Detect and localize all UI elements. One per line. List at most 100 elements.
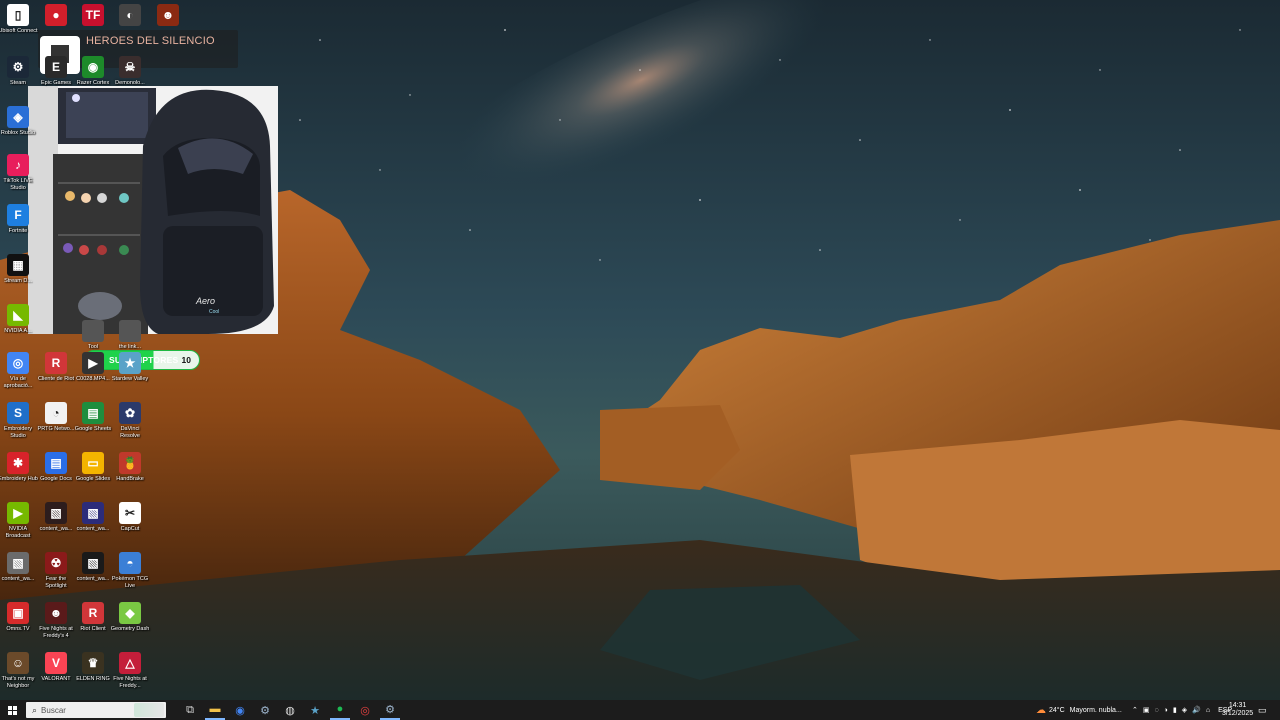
desktop-icon[interactable]: the link... <box>112 320 148 351</box>
notifications-button[interactable]: ▭ <box>1258 700 1267 720</box>
desktop-icon[interactable]: ▧ content_wa... <box>75 502 111 533</box>
task-view-icon: ⧉ <box>186 703 194 716</box>
desktop-icon[interactable]: ▶ NVIDIA Broadcast <box>0 502 36 540</box>
app-icon: ⚙ <box>7 56 29 78</box>
app-icon: ▤ <box>82 402 104 424</box>
taskbar-app-task-view[interactable]: ⧉ <box>180 700 200 720</box>
desktop-icon[interactable]: ▧ content_wa... <box>75 552 111 583</box>
network-icon[interactable]: ⌂ <box>1206 707 1210 714</box>
desktop-icon[interactable]: ★ Stardew Valley <box>112 352 148 383</box>
chevron-up-icon[interactable]: ⌃ <box>1132 706 1138 714</box>
app-icon: ✿ <box>119 402 141 424</box>
taskbar-app-chrome[interactable]: ◉ <box>230 700 250 720</box>
weather-widget[interactable]: ☁ 24°C Mayorm. nubla... <box>1036 700 1122 720</box>
app-icon: S <box>7 402 29 424</box>
desktop-icon[interactable]: ♛ ELDEN RING <box>75 652 111 683</box>
app-icon: ▭ <box>82 452 104 474</box>
desktop-icon[interactable]: ▧ content_wa... <box>0 552 36 583</box>
app-icon: ▧ <box>82 552 104 574</box>
desktop-icon-label: Pokémon TCG Live <box>111 576 149 589</box>
desktop-icon[interactable]: ☺ That's not my Neighbor <box>0 652 36 690</box>
desktop-icon-label: content_wa... <box>76 576 110 582</box>
taskbar-search[interactable]: ⌕ Buscar <box>26 702 166 718</box>
app-icon: R <box>82 602 104 624</box>
desktop-icon[interactable]: ◆ Geometry Dash <box>110 602 150 633</box>
desktop-icon[interactable]: ● <box>38 4 74 26</box>
desktop-icon-label: TikTok LIVE Studio <box>3 178 33 191</box>
desktop-icon[interactable]: ☻ <box>150 4 186 26</box>
desktop-icon[interactable]: ◎ Vía de aprobació... <box>0 352 36 390</box>
desktop-icon[interactable]: ◉ Razer Cortex <box>75 56 111 87</box>
system-tray: ⌃ ▣ ◌ ◑ ▮ ◈ 🔊 ⌂ ESP <box>1132 700 1232 720</box>
desktop-icon[interactable]: ◈ Roblox Studio <box>0 106 36 137</box>
desktop-icon[interactable]: R Cliente de Riot <box>38 352 74 383</box>
desktop-icon-label: Fortnite <box>8 228 28 234</box>
desktop-icon[interactable]: V VALORANT <box>38 652 74 683</box>
start-button[interactable] <box>2 700 22 720</box>
volume-icon[interactable]: 🔊 <box>1192 706 1201 714</box>
desktop-icon-label: Stardew Valley <box>111 376 149 382</box>
desktop-icon[interactable]: △ Five Nights at Freddy... <box>112 652 148 690</box>
desktop-icon[interactable]: ✿ DaVinci Resolve <box>112 402 148 440</box>
desktop-icon[interactable]: ▣ Omns.TV <box>0 602 36 633</box>
desktop-icon-label: Geometry Dash <box>110 626 150 632</box>
taskbar-app-file-explorer[interactable]: ▬ <box>205 700 225 720</box>
desktop-icon[interactable]: E Epic Games <box>38 56 74 87</box>
tray-app-icon[interactable]: ◑ <box>1164 707 1168 714</box>
tray-app-icon[interactable]: ▣ <box>1143 706 1150 714</box>
taskbar-app-spotify[interactable]: ● <box>330 700 350 720</box>
desktop-icon-label: DaVinci Resolve <box>120 426 140 439</box>
taskbar-app-steam-active[interactable]: ⚙ <box>380 700 400 720</box>
desktop-icon[interactable]: ▧ content_wa... <box>38 502 74 533</box>
desktop-icon[interactable]: R Riot Client <box>75 602 111 633</box>
app-icon: ▧ <box>45 502 67 524</box>
desktop-icon[interactable]: ◔ PRTG Netwo... <box>38 402 74 433</box>
taskbar-app-riot[interactable]: ◎ <box>355 700 375 720</box>
tray-app-icon[interactable]: ▮ <box>1173 706 1177 714</box>
desktop-icon-label: C0028.MP4... <box>76 376 110 382</box>
desktop-icon-label: NVIDIA A... <box>4 328 32 334</box>
clock[interactable]: 14:31 3/12/2025 <box>1222 700 1253 720</box>
desktop-icon[interactable]: ◐ <box>112 4 148 26</box>
desktop-icon[interactable]: ▤ Google Docs <box>38 452 74 483</box>
desktop-icon[interactable]: ☢ Fear the Spotlight <box>38 552 74 590</box>
taskbar-app-obs[interactable]: ◍ <box>280 700 300 720</box>
desktop-icon[interactable]: ⚙ Steam <box>0 56 36 87</box>
app-icon: TF <box>82 4 104 26</box>
app-icon: ★ <box>119 352 141 374</box>
desktop-icon[interactable]: S Embroidery Studio <box>0 402 36 440</box>
app-icon: ☠ <box>119 56 141 78</box>
desktop-icon[interactable]: ♪ TikTok LIVE Studio <box>0 154 36 192</box>
desktop-icon[interactable]: ▭ Google Slides <box>75 452 111 483</box>
taskbar-app-steam[interactable]: ⚙ <box>255 700 275 720</box>
desktop-icon[interactable]: TF <box>75 4 111 26</box>
tray-app-icon[interactable]: ◌ <box>1155 707 1159 714</box>
spotify-icon: ● <box>336 703 344 715</box>
search-icon: ⌕ <box>32 704 38 715</box>
desktop-icon[interactable]: ◣ NVIDIA A... <box>0 304 36 335</box>
desktop-icon[interactable]: ✱ Embroidery Hub <box>0 452 38 483</box>
desktop-icon[interactable]: ☠ Demonolo... <box>112 56 148 87</box>
desktop-icon[interactable]: ▦ Stream D... <box>0 254 36 285</box>
desktop-icon[interactable]: F Fortnite <box>0 204 36 235</box>
desktop-icon[interactable]: ✂ CapCut <box>112 502 148 533</box>
desktop-icon[interactable]: ▤ Google Sheets <box>75 402 111 433</box>
desktop-icon[interactable]: Tool <box>75 320 111 351</box>
tray-app-icon[interactable]: ◈ <box>1182 706 1187 714</box>
desktop-icon[interactable]: ☻ Five Nights at Freddy's 4 <box>38 602 74 640</box>
file-explorer-icon: ▬ <box>209 703 221 715</box>
app-icon <box>82 320 104 342</box>
desktop-icon[interactable]: ◓ Pokémon TCG Live <box>112 552 148 590</box>
chair-sub: Cool <box>209 309 219 315</box>
desktop-icon-label: Roblox Studio <box>0 130 36 136</box>
desktop-icon[interactable]: ▯ Ubisoft Connect <box>0 4 38 35</box>
taskbar-app-stardew[interactable]: ★ <box>305 700 325 720</box>
desktop-icon-label: Google Slides <box>75 476 111 482</box>
taskbar-apps: ⧉ ▬ ◉ ⚙ ◍ ★ ● ◎ ⚙ <box>180 700 400 720</box>
app-icon: E <box>45 56 67 78</box>
desktop-icon[interactable]: ▶ C0028.MP4... <box>75 352 111 383</box>
desktop-icon[interactable]: 🍍 HandBrake <box>112 452 148 483</box>
app-icon: ☻ <box>45 602 67 624</box>
clock-date: 3/12/2025 <box>1222 710 1254 717</box>
desktop-icon-label: NVIDIA Broadcast <box>5 526 31 539</box>
